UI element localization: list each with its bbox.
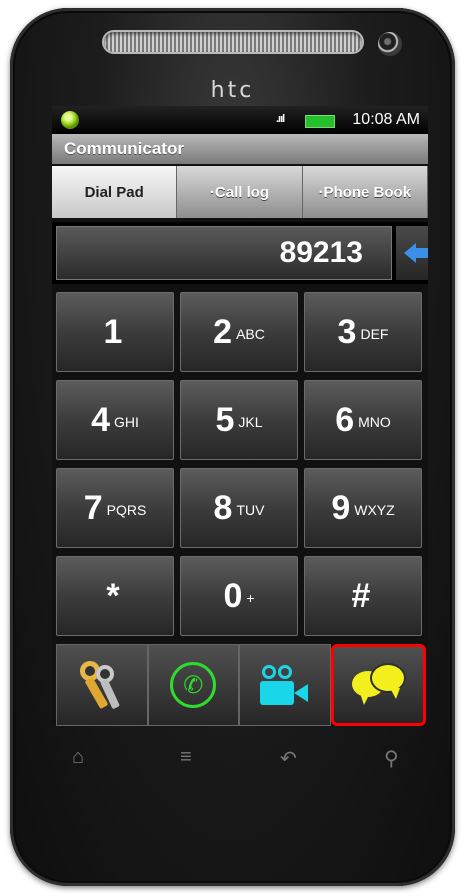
key-letters: JKL — [238, 414, 263, 430]
tab-call-log[interactable]: ·Call log — [177, 166, 303, 218]
key-1[interactable]: 1 — [56, 292, 174, 372]
key-2[interactable]: 2 ABC — [180, 292, 298, 372]
tab-phone-book[interactable]: ·Phone Book — [302, 166, 428, 218]
number-entry-row: 89213 — [52, 222, 428, 284]
key-letters: + — [246, 590, 255, 606]
key-5[interactable]: 5 JKL — [180, 380, 298, 460]
key-6[interactable]: 6 MNO — [304, 380, 422, 460]
key-digit: 4 — [91, 400, 111, 439]
front-camera — [378, 32, 402, 56]
chat-bubbles-icon — [350, 661, 406, 709]
backspace-button[interactable] — [396, 226, 428, 280]
back-icon[interactable]: ↶ — [280, 746, 297, 771]
key-9[interactable]: 9 WXYZ — [304, 468, 422, 548]
phone-call-icon: ✆ — [170, 662, 217, 708]
key-digit: 0 — [223, 576, 243, 615]
key-digit: * — [106, 576, 120, 615]
video-camera-icon — [259, 663, 310, 707]
key-digit: 2 — [213, 312, 233, 351]
tab-bar: Dial Pad ·Call log ·Phone Book — [52, 166, 428, 218]
app-title: Communicator — [52, 134, 428, 164]
video-call-button[interactable] — [239, 644, 331, 726]
notification-led-icon — [61, 111, 79, 129]
key-4[interactable]: 4 GHI — [56, 380, 174, 460]
key-letters: GHI — [114, 414, 139, 430]
key-digit: 7 — [83, 488, 103, 527]
key-digit: 5 — [215, 400, 235, 439]
key-7[interactable]: 7 PQRS — [56, 468, 174, 548]
battery-icon — [305, 115, 335, 128]
menu-icon[interactable]: ≡ — [180, 746, 192, 769]
key-3[interactable]: 3 DEF — [304, 292, 422, 372]
signal-icon: .ııl — [276, 113, 285, 125]
key-digit: 9 — [331, 488, 351, 527]
key-digit: 6 — [335, 400, 355, 439]
chat-button[interactable] — [330, 644, 426, 726]
key-letters: WXYZ — [354, 502, 395, 518]
keypad: 1 2 ABC 3 DEF 4 GHI 5 JKL 6 MNO 7 PQRS 8 TUV 9W… — [56, 292, 426, 644]
screen: .ııl 10:08 AM Communicator Dial Pad ·Cal… — [52, 106, 428, 726]
brand-logo: htc — [210, 78, 255, 103]
key-digit: # — [351, 576, 371, 615]
home-icon[interactable]: ⌂ — [72, 746, 84, 769]
key-hash[interactable]: # — [304, 556, 422, 636]
key-digit: 3 — [337, 312, 357, 351]
key-letters: MNO — [358, 414, 391, 430]
clock: 10:08 AM — [352, 111, 420, 128]
key-letters: PQRS — [106, 502, 147, 518]
action-bar: ✆ — [56, 644, 426, 726]
earpiece-speaker — [104, 32, 362, 52]
key-letters: DEF — [360, 326, 389, 342]
hardware-nav-bar: ⌂ ≡ ↶ ⚲ — [52, 740, 428, 780]
key-digit: 1 — [103, 312, 123, 351]
search-icon[interactable]: ⚲ — [384, 746, 399, 771]
dialed-number-field[interactable]: 89213 — [56, 226, 392, 280]
status-bar: .ııl 10:08 AM — [52, 106, 428, 134]
keys-button[interactable] — [56, 644, 148, 726]
key-letters: ABC — [236, 326, 265, 342]
key-digit: 8 — [213, 488, 233, 527]
keys-icon — [78, 659, 126, 711]
key-letters: TUV — [236, 502, 265, 518]
tab-dial-pad[interactable]: Dial Pad — [52, 166, 178, 218]
key-star[interactable]: * — [56, 556, 174, 636]
key-8[interactable]: 8 TUV — [180, 468, 298, 548]
call-button[interactable]: ✆ — [147, 644, 239, 726]
key-0[interactable]: 0 + — [180, 556, 298, 636]
